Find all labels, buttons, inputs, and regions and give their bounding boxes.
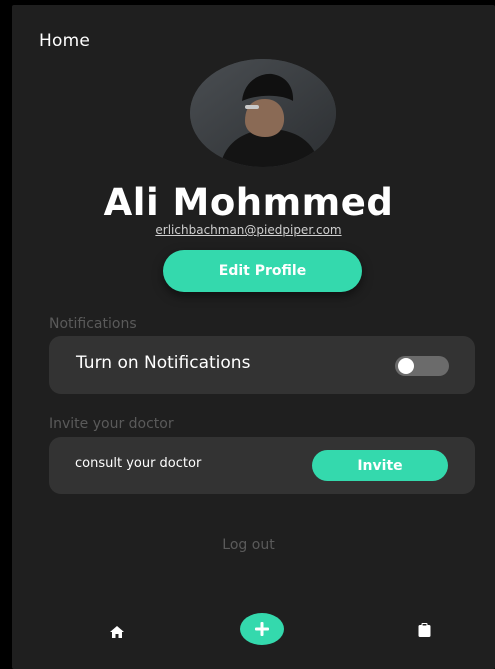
add-button[interactable] [240,613,284,645]
notifications-toggle[interactable] [395,356,449,376]
logout-button[interactable]: Log out [12,537,485,553]
home-icon[interactable] [110,623,124,638]
user-name: Ali Mohmmed [103,181,394,224]
avatar[interactable] [190,59,336,167]
notifications-section-label: Notifications [49,316,137,332]
invite-text: consult your doctor [75,456,202,471]
plus-icon [255,622,269,636]
clipboard-icon[interactable] [418,622,431,637]
invite-button[interactable]: Invite [312,450,448,481]
notifications-toggle-label: Turn on Notifications [76,353,251,373]
invite-section-label: Invite your doctor [49,416,174,432]
user-email[interactable]: erlichbachman@piedpiper.com [12,223,485,237]
notifications-card: Turn on Notifications [49,336,475,394]
edit-profile-button[interactable]: Edit Profile [163,250,362,292]
profile-screen: Home Ali Mohmmed erlichbachman@piedpiper… [12,5,495,669]
invite-card: consult your doctor Invite [49,437,475,494]
toggle-knob [398,358,414,374]
page-title: Home [39,31,91,51]
